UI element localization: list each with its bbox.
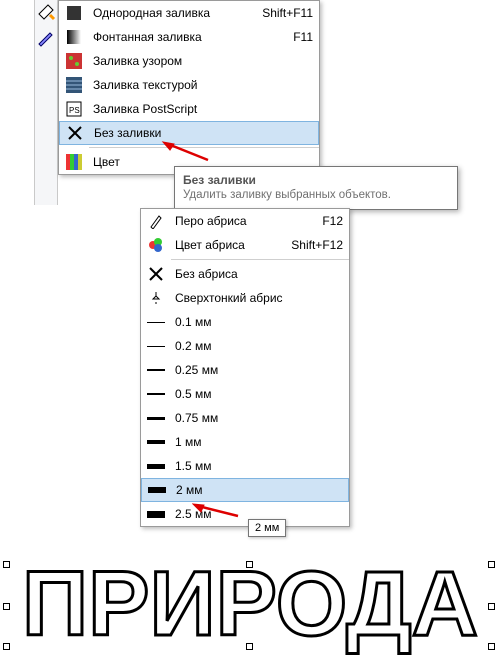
menu-item-0-5mm[interactable]: 0.5 мм [141, 382, 349, 406]
tooltip-2mm: 2 мм [248, 519, 286, 537]
menu-item-texture-fill[interactable]: Заливка текстурой [59, 73, 319, 97]
menu-item-shortcut: F11 [281, 30, 313, 44]
menu-item-label: 0.2 мм [175, 339, 343, 353]
menu-item-label: Однородная заливка [93, 6, 250, 20]
menu-item-label: Заливка текстурой [93, 78, 313, 92]
tooltip-no-fill: Без заливки Удалить заливку выбранных об… [174, 166, 458, 210]
menu-item-1mm[interactable]: 1 мм [141, 430, 349, 454]
menu-item-postscript-fill[interactable]: PS Заливка PostScript [59, 97, 319, 121]
menu-item-pattern-fill[interactable]: Заливка узором [59, 49, 319, 73]
pattern-fill-icon [63, 50, 85, 72]
callout-arrow [160, 138, 220, 168]
tooltip-description: Удалить заливку выбранных объектов. [183, 189, 449, 201]
line-weight-icon [145, 311, 167, 333]
menu-item-1-5mm[interactable]: 1.5 мм [141, 454, 349, 478]
line-weight-icon [145, 431, 167, 453]
sel-handle[interactable] [246, 561, 253, 568]
sel-handle[interactable] [488, 561, 495, 568]
menu-item-hairline[interactable]: Сверхтонкий абрис [141, 286, 349, 310]
menu-item-uniform-fill[interactable]: Однородная заливка Shift+F11 [59, 1, 319, 25]
menu-item-shortcut: Shift+F12 [279, 238, 343, 252]
postscript-fill-icon: PS [63, 98, 85, 120]
line-weight-icon [145, 359, 167, 381]
line-weight-icon [145, 407, 167, 429]
menu-item-label: 0.25 мм [175, 363, 343, 377]
menu-item-no-outline[interactable]: Без абриса [141, 262, 349, 286]
no-fill-icon [64, 122, 86, 144]
color-icon [63, 151, 85, 173]
outlined-text: ПРИРОДА [22, 555, 478, 655]
sel-handle[interactable] [488, 603, 495, 610]
menu-item-label: Фонтанная заливка [93, 30, 281, 44]
sel-handle[interactable] [3, 561, 10, 568]
callout-arrow [192, 500, 246, 524]
menu-item-fountain-fill[interactable]: Фонтанная заливка F11 [59, 25, 319, 49]
menu-item-label: Сверхтонкий абрис [175, 291, 343, 305]
menu-item-label: Без абриса [175, 267, 343, 281]
menu-item-0-2mm[interactable]: 0.2 мм [141, 334, 349, 358]
menu-item-outline-pen[interactable]: Перо абриса F12 [141, 209, 349, 233]
svg-text:PS: PS [69, 106, 80, 115]
line-weight-icon [145, 383, 167, 405]
menu-item-label: 0.75 мм [175, 411, 343, 425]
menu-item-0-25mm[interactable]: 0.25 мм [141, 358, 349, 382]
menu-item-label: Цвет абриса [175, 238, 279, 252]
no-outline-icon [145, 263, 167, 285]
tooltip-title: Без заливки [183, 173, 449, 187]
texture-fill-icon [63, 74, 85, 96]
menu-item-label: Перо абриса [175, 214, 310, 228]
line-weight-icon [145, 503, 167, 525]
canvas-text-object[interactable]: ПРИРОДА [0, 555, 500, 660]
uniform-fill-icon [63, 2, 85, 24]
line-weight-icon [146, 479, 168, 501]
menu-item-label: Заливка PostScript [93, 102, 313, 116]
menu-item-outline-color[interactable]: Цвет абриса Shift+F12 [141, 233, 349, 257]
menu-item-label: 1.5 мм [175, 459, 343, 473]
menu-item-label: 0.5 мм [175, 387, 343, 401]
menu-item-label: 2 мм [176, 483, 342, 497]
menu-item-0-1mm[interactable]: 0.1 мм [141, 310, 349, 334]
menu-item-label: Заливка узором [93, 54, 313, 68]
menu-separator [171, 259, 349, 260]
menu-item-2mm[interactable]: 2 мм [141, 478, 349, 502]
hairline-icon [145, 287, 167, 309]
outline-tool-icon[interactable] [36, 28, 56, 48]
fill-tool-icon[interactable] [36, 2, 56, 22]
fountain-fill-icon [63, 26, 85, 48]
pen-icon [145, 210, 167, 232]
sel-handle[interactable] [3, 603, 10, 610]
menu-item-label: 0.1 мм [175, 315, 343, 329]
menu-item-shortcut: Shift+F11 [250, 6, 313, 20]
menu-item-0-75mm[interactable]: 0.75 мм [141, 406, 349, 430]
sel-handle[interactable] [488, 643, 495, 650]
line-weight-icon [145, 455, 167, 477]
sel-handle[interactable] [3, 643, 10, 650]
outline-flyout-menu: Перо абриса F12 Цвет абриса Shift+F12 Бе… [140, 208, 350, 527]
outline-color-icon [145, 234, 167, 256]
menu-item-shortcut: F12 [310, 214, 343, 228]
line-weight-icon [145, 335, 167, 357]
menu-item-label: 1 мм [175, 435, 343, 449]
sel-handle[interactable] [246, 643, 253, 650]
